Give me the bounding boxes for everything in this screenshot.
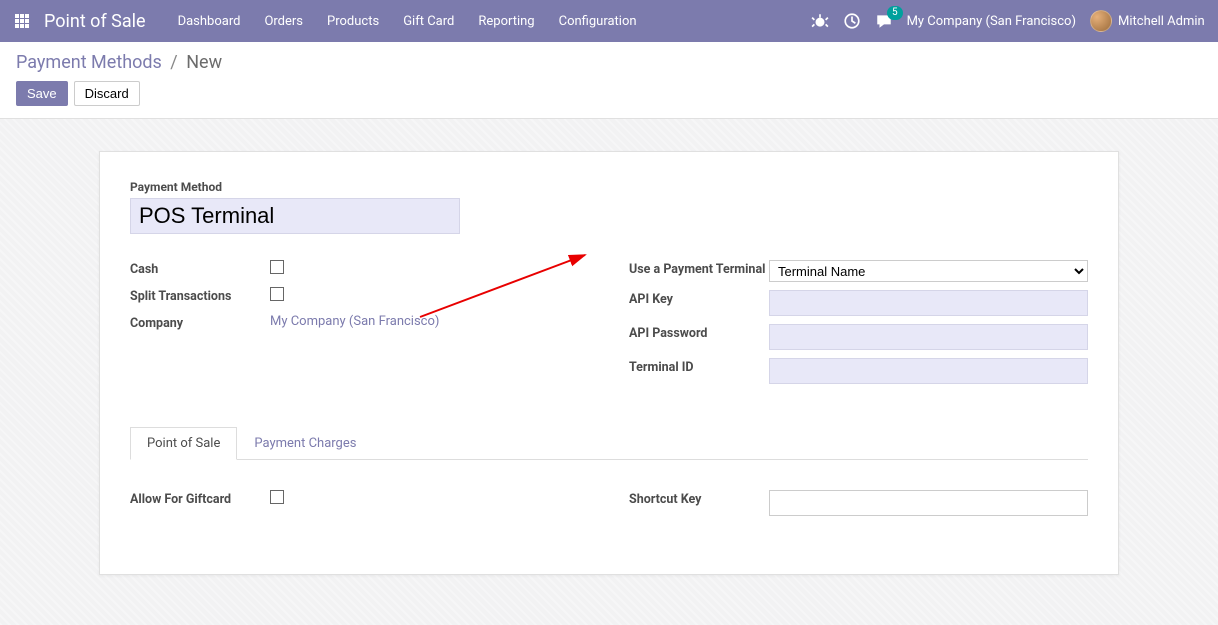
use-terminal-select[interactable]: Terminal Name bbox=[769, 260, 1088, 282]
name-input[interactable] bbox=[130, 198, 460, 234]
discard-button[interactable]: Discard bbox=[74, 81, 140, 106]
notebook: Point of Sale Payment Charges Allow For … bbox=[130, 426, 1088, 534]
shortcut-key-label: Shortcut Key bbox=[629, 490, 769, 509]
menu-orders[interactable]: Orders bbox=[254, 2, 313, 41]
tab-point-of-sale[interactable]: Point of Sale bbox=[130, 427, 237, 460]
menu-giftcard[interactable]: Gift Card bbox=[393, 2, 464, 41]
top-menu: Dashboard Orders Products Gift Card Repo… bbox=[168, 2, 647, 41]
notebook-page-pos: Allow For Giftcard Shortcut Key bbox=[130, 460, 1088, 534]
company-switcher[interactable]: My Company (San Francisco) bbox=[907, 14, 1076, 29]
allow-giftcard-checkbox[interactable] bbox=[270, 490, 284, 504]
form-sheet: Payment Method Cash Split Transactions C… bbox=[99, 151, 1119, 575]
terminal-id-label: Terminal ID bbox=[629, 358, 769, 377]
breadcrumb-sep: / bbox=[170, 52, 177, 73]
clock-icon[interactable] bbox=[843, 12, 861, 30]
menu-reporting[interactable]: Reporting bbox=[468, 2, 544, 41]
company-field[interactable]: My Company (San Francisco) bbox=[270, 314, 439, 329]
breadcrumb: Payment Methods / New bbox=[16, 52, 1202, 73]
shortcut-key-input[interactable] bbox=[769, 490, 1088, 516]
split-transactions-label: Split Transactions bbox=[130, 287, 270, 306]
save-button[interactable]: Save bbox=[16, 81, 68, 106]
view-area: Payment Method Cash Split Transactions C… bbox=[0, 119, 1218, 625]
right-group: Use a Payment Terminal Terminal Name API… bbox=[629, 260, 1088, 392]
left-group: Cash Split Transactions Company My Compa… bbox=[130, 260, 589, 392]
company-label: Company bbox=[130, 314, 270, 333]
apps-icon[interactable] bbox=[8, 7, 36, 35]
cash-label: Cash bbox=[130, 260, 270, 279]
messages-count: 5 bbox=[887, 6, 903, 20]
breadcrumb-parent[interactable]: Payment Methods bbox=[16, 52, 162, 73]
avatar bbox=[1090, 10, 1112, 32]
menu-products[interactable]: Products bbox=[317, 2, 389, 41]
terminal-id-input[interactable] bbox=[769, 358, 1088, 384]
breadcrumb-current: New bbox=[186, 52, 222, 73]
user-name: Mitchell Admin (c bbox=[1118, 14, 1208, 29]
cp-buttons: Save Discard bbox=[16, 81, 1202, 106]
systray: 5 My Company (San Francisco) Mitchell Ad… bbox=[811, 10, 1208, 32]
notebook-tabs: Point of Sale Payment Charges bbox=[130, 426, 1088, 460]
allow-giftcard-label: Allow For Giftcard bbox=[130, 490, 270, 509]
menu-dashboard[interactable]: Dashboard bbox=[168, 2, 251, 41]
top-navbar: Point of Sale Dashboard Orders Products … bbox=[0, 0, 1218, 42]
title-label: Payment Method bbox=[130, 180, 1088, 194]
api-key-label: API Key bbox=[629, 290, 769, 309]
api-key-input[interactable] bbox=[769, 290, 1088, 316]
cash-checkbox[interactable] bbox=[270, 260, 284, 274]
app-brand[interactable]: Point of Sale bbox=[44, 11, 146, 32]
use-terminal-label: Use a Payment Terminal bbox=[629, 260, 769, 279]
menu-configuration[interactable]: Configuration bbox=[549, 2, 647, 41]
api-password-input[interactable] bbox=[769, 324, 1088, 350]
api-password-label: API Password bbox=[629, 324, 769, 343]
user-menu[interactable]: Mitchell Admin (c bbox=[1090, 10, 1208, 32]
tab-payment-charges[interactable]: Payment Charges bbox=[237, 427, 373, 460]
split-transactions-checkbox[interactable] bbox=[270, 287, 284, 301]
messages-icon[interactable]: 5 bbox=[875, 12, 893, 30]
bug-icon[interactable] bbox=[811, 12, 829, 30]
control-panel: Payment Methods / New Save Discard bbox=[0, 42, 1218, 119]
